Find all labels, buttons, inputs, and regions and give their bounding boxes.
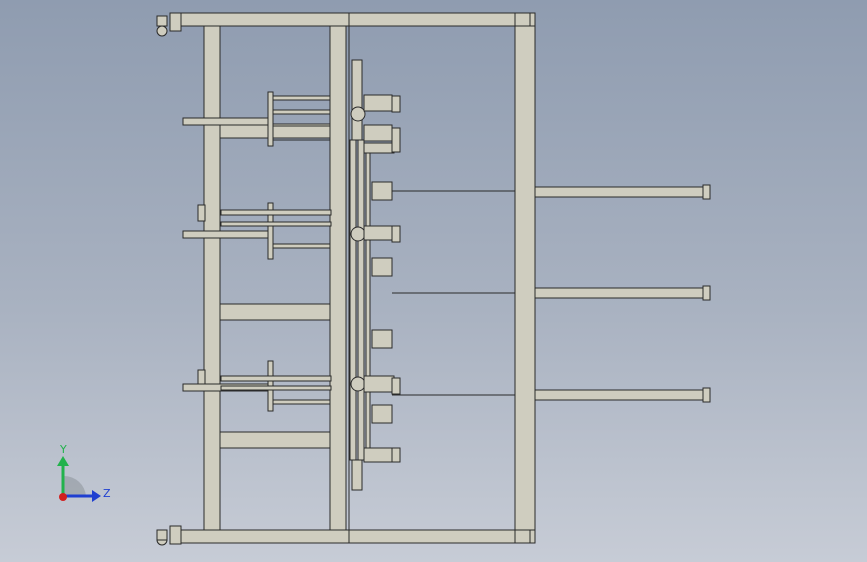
frame-mid-post (329, 25, 347, 531)
gear-wheel (350, 106, 366, 122)
machine-drawing (57, 12, 711, 546)
cylinder-barrel (534, 389, 704, 401)
tie-rods (273, 125, 515, 396)
frame-left-post (203, 25, 221, 531)
right-cylinders (534, 184, 711, 403)
cross-beam (219, 303, 331, 321)
frame-corner-block (514, 529, 531, 544)
cylinder-barrel (534, 186, 704, 198)
cad-viewport[interactable]: Y Z (0, 0, 867, 562)
x-axis-dot (59, 493, 67, 501)
cylinder-rod (182, 117, 269, 126)
guide-rail (357, 139, 365, 461)
frame-bottom-rail (180, 529, 536, 544)
clamp-block (371, 404, 393, 424)
guide-rail (349, 139, 357, 461)
z-axis-label: Z (103, 487, 111, 500)
cylinder-endcap (702, 387, 711, 403)
frame-top-rail (180, 12, 536, 27)
cylinder-barrel (534, 287, 704, 299)
frame-corner-block (514, 12, 531, 27)
cross-beam (219, 431, 331, 449)
y-axis-label: Y (60, 443, 67, 456)
gear-wheel (350, 376, 366, 392)
clamp-block (371, 329, 393, 349)
clamp-block (371, 257, 393, 277)
central-mechanism (349, 59, 401, 491)
cylinder-endcap (702, 184, 711, 200)
cylinder-endcap (702, 285, 711, 301)
view-triad (57, 456, 101, 502)
caster-wheels (156, 12, 182, 546)
clamp-block (371, 181, 393, 201)
cylinder-rod (182, 230, 269, 239)
frame-right-post (514, 25, 536, 531)
gear-wheel (350, 226, 366, 242)
cylinder-mount (267, 91, 274, 147)
caster-wheel (156, 25, 168, 37)
